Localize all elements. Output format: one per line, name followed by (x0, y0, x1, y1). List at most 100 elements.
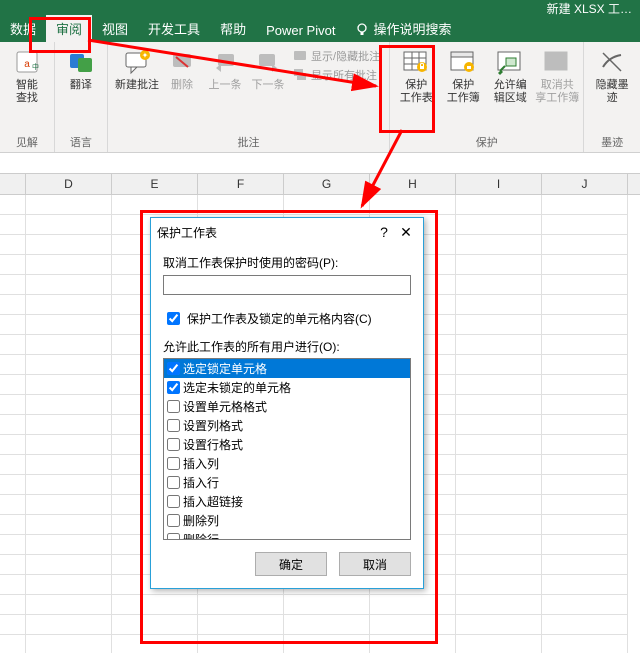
new-comment-button[interactable]: ✦ 新建批注 (115, 44, 159, 96)
cell[interactable] (542, 415, 628, 435)
col-D[interactable]: D (26, 174, 112, 194)
cell[interactable] (26, 435, 112, 455)
cell[interactable] (284, 615, 370, 635)
col-I[interactable]: I (456, 174, 542, 194)
permission-checkbox[interactable] (167, 419, 180, 432)
cell[interactable] (198, 615, 284, 635)
permission-item[interactable]: 删除列 (164, 511, 410, 530)
cell[interactable] (542, 255, 628, 275)
cell[interactable] (26, 635, 112, 653)
cell[interactable] (284, 195, 370, 215)
cell[interactable] (456, 275, 542, 295)
permission-checkbox[interactable] (167, 362, 180, 375)
cell[interactable] (542, 355, 628, 375)
cell[interactable] (26, 455, 112, 475)
cell[interactable] (370, 195, 456, 215)
permission-item[interactable]: 设置行格式 (164, 435, 410, 454)
tab-powerpivot[interactable]: Power Pivot (256, 19, 345, 42)
cancel-button[interactable]: 取消 (339, 552, 411, 576)
cell[interactable] (26, 315, 112, 335)
cell[interactable] (26, 195, 112, 215)
permission-checkbox[interactable] (167, 457, 180, 470)
cell[interactable] (456, 415, 542, 435)
col-G[interactable]: G (284, 174, 370, 194)
cell[interactable] (456, 335, 542, 355)
permission-item[interactable]: 插入列 (164, 454, 410, 473)
hide-ink-button[interactable]: 隐藏墨 迹 (590, 44, 634, 109)
cell[interactable] (26, 615, 112, 635)
protect-workbook-button[interactable]: 保护 工作簿 (441, 44, 485, 109)
cell[interactable] (542, 575, 628, 595)
cell[interactable] (542, 515, 628, 535)
cell[interactable] (284, 635, 370, 653)
cell[interactable] (542, 295, 628, 315)
protect-contents-checkbox[interactable] (167, 312, 180, 325)
cell[interactable] (542, 635, 628, 653)
cell[interactable] (26, 595, 112, 615)
col-E[interactable]: E (112, 174, 198, 194)
cell[interactable] (26, 215, 112, 235)
permission-checkbox[interactable] (167, 438, 180, 451)
cell[interactable] (370, 635, 456, 653)
password-input[interactable] (163, 275, 411, 295)
cell[interactable] (542, 455, 628, 475)
cell[interactable] (26, 535, 112, 555)
col-F[interactable]: F (198, 174, 284, 194)
cell[interactable] (198, 635, 284, 653)
permission-item[interactable]: 插入行 (164, 473, 410, 492)
cell[interactable] (456, 255, 542, 275)
cell[interactable] (456, 495, 542, 515)
permission-checkbox[interactable] (167, 476, 180, 489)
permission-checkbox[interactable] (167, 533, 180, 540)
cell[interactable] (542, 275, 628, 295)
cell[interactable] (456, 395, 542, 415)
cell[interactable] (542, 615, 628, 635)
tab-data[interactable]: 数据 (0, 15, 46, 42)
dialog-titlebar[interactable]: 保护工作表 ? ✕ (151, 218, 423, 246)
permission-checkbox[interactable] (167, 400, 180, 413)
permission-checkbox[interactable] (167, 381, 180, 394)
tab-developer[interactable]: 开发工具 (138, 15, 210, 42)
cell[interactable] (26, 295, 112, 315)
cell[interactable] (26, 575, 112, 595)
cell[interactable] (456, 315, 542, 335)
grid-row[interactable] (0, 635, 640, 653)
cell[interactable] (456, 355, 542, 375)
permission-item[interactable]: 删除行 (164, 530, 410, 540)
smart-lookup-button[interactable]: a中 智能 查找 (5, 44, 49, 109)
cell[interactable] (26, 335, 112, 355)
permission-item[interactable]: 选定锁定单元格 (164, 359, 410, 378)
cell[interactable] (370, 595, 456, 615)
formula-bar[interactable] (0, 153, 640, 174)
cell[interactable] (542, 435, 628, 455)
cell[interactable] (456, 215, 542, 235)
cell[interactable] (456, 635, 542, 653)
permission-checkbox[interactable] (167, 514, 180, 527)
cell[interactable] (26, 375, 112, 395)
permission-item[interactable]: 设置列格式 (164, 416, 410, 435)
cell[interactable] (26, 275, 112, 295)
tab-view[interactable]: 视图 (92, 15, 138, 42)
permission-checkbox[interactable] (167, 495, 180, 508)
cell[interactable] (26, 355, 112, 375)
cell[interactable] (284, 595, 370, 615)
grid-row[interactable] (0, 195, 640, 215)
cell[interactable] (542, 215, 628, 235)
ok-button[interactable]: 确定 (255, 552, 327, 576)
cell[interactable] (456, 455, 542, 475)
tab-help[interactable]: 帮助 (210, 15, 256, 42)
cell[interactable] (542, 235, 628, 255)
permission-item[interactable]: 选定未锁定的单元格 (164, 378, 410, 397)
cell[interactable] (456, 535, 542, 555)
cell[interactable] (542, 495, 628, 515)
permission-item[interactable]: 插入超链接 (164, 492, 410, 511)
translate-button[interactable]: 翻译 (59, 44, 103, 96)
cell[interactable] (542, 475, 628, 495)
cell[interactable] (456, 515, 542, 535)
protect-sheet-button[interactable]: 保护 工作表 (394, 44, 438, 109)
close-button[interactable]: ✕ (395, 224, 417, 241)
cell[interactable] (542, 375, 628, 395)
cell[interactable] (198, 595, 284, 615)
allow-edit-ranges-button[interactable]: 允许编 辑区域 (488, 44, 532, 109)
cell[interactable] (112, 615, 198, 635)
